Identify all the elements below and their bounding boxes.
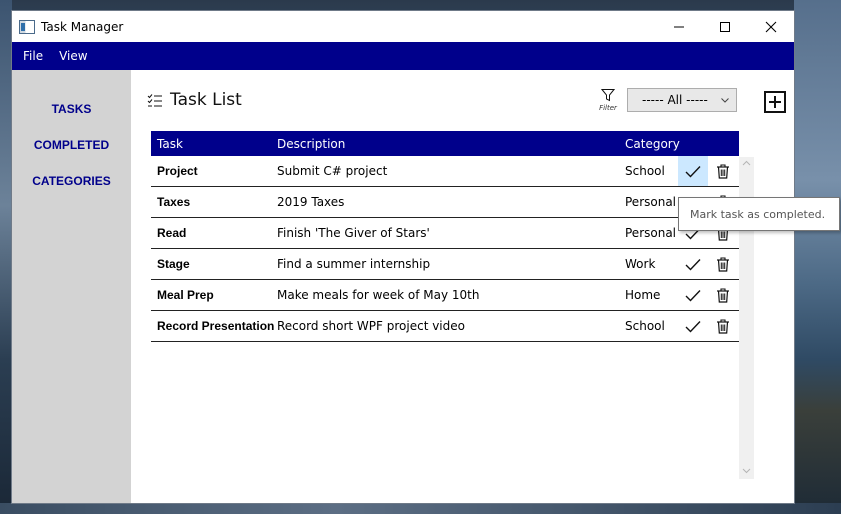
delete-task-button[interactable] — [711, 156, 735, 186]
table-row[interactable]: Read Finish 'The Giver of Stars' Personal — [151, 218, 739, 249]
tooltip: Mark task as completed. — [678, 197, 840, 231]
checkmark-icon — [685, 165, 701, 178]
task-description: Make meals for week of May 10th — [277, 288, 480, 302]
sidebar-item-categories[interactable]: CATEGORIES — [12, 174, 131, 188]
page-header: Task List — [147, 89, 242, 111]
task-name: Project — [157, 164, 198, 178]
complete-task-button[interactable] — [678, 280, 708, 310]
task-name: Read — [157, 226, 187, 240]
task-category: Personal — [625, 226, 677, 240]
menu-view[interactable]: View — [51, 49, 95, 63]
table-header: Task Description Category — [151, 131, 739, 156]
task-description: Finish 'The Giver of Stars' — [277, 226, 430, 240]
tooltip-text: Mark task as completed. — [690, 207, 826, 221]
column-header-task[interactable]: Task — [157, 131, 183, 156]
delete-task-button[interactable] — [711, 249, 735, 279]
maximize-button[interactable] — [702, 11, 748, 42]
desktop-background-bottom — [0, 503, 841, 514]
app-icon — [19, 19, 35, 34]
task-category: Home — [625, 288, 661, 302]
task-description: Submit C# project — [277, 164, 388, 178]
complete-task-button[interactable] — [678, 311, 708, 341]
desktop-background-right — [794, 0, 841, 514]
task-name: Meal Prep — [157, 288, 214, 302]
complete-task-button[interactable] — [678, 249, 708, 279]
task-description: Record short WPF project video — [277, 319, 465, 333]
complete-task-button[interactable] — [678, 156, 708, 186]
filter-label: Filter — [599, 104, 617, 112]
title-bar: Task Manager — [12, 11, 794, 42]
task-description: Find a summer internship — [277, 257, 431, 271]
task-category: School — [625, 319, 665, 333]
table-row[interactable]: Meal Prep Make meals for week of May 10th… — [151, 280, 739, 311]
chevron-down-icon — [721, 97, 729, 103]
delete-task-button[interactable] — [711, 311, 735, 341]
task-name: Record Presentation — [157, 319, 275, 333]
trash-icon — [717, 318, 729, 334]
menu-file[interactable]: File — [15, 49, 51, 63]
column-header-description[interactable]: Description — [277, 131, 345, 156]
sidebar-item-tasks[interactable]: TASKS — [12, 102, 131, 116]
menu-bar: File View — [12, 42, 794, 70]
trash-icon — [717, 256, 729, 272]
sidebar: TASKS COMPLETED CATEGORIES — [12, 70, 131, 503]
task-name: Stage — [157, 257, 190, 271]
filter-button[interactable]: Filter — [595, 87, 621, 117]
page-title: Task List — [170, 90, 242, 110]
trash-icon — [717, 163, 729, 179]
close-button[interactable] — [748, 11, 794, 42]
task-category: Personal — [625, 195, 677, 209]
table-body: Project Submit C# project School Taxes 2019 … — [151, 156, 739, 342]
category-filter-select[interactable]: ----- All ----- — [627, 88, 737, 112]
app-window: Task Manager File View TASKS COMPLETED C… — [11, 10, 840, 504]
delete-task-button[interactable] — [711, 280, 735, 310]
task-category: Work — [625, 257, 656, 271]
task-list-icon — [147, 93, 162, 106]
close-icon — [765, 21, 777, 32]
table-row[interactable]: Stage Find a summer internship Work — [151, 249, 739, 280]
add-icon — [769, 96, 781, 108]
minimize-icon — [674, 26, 684, 27]
minimize-button[interactable] — [656, 11, 702, 42]
task-table: Task Description Category Project Submit … — [151, 131, 739, 342]
table-row[interactable]: Project Submit C# project School — [151, 156, 739, 187]
task-category: School — [625, 164, 665, 178]
trash-icon — [717, 287, 729, 303]
task-name: Taxes — [157, 195, 191, 209]
checkmark-icon — [685, 289, 701, 302]
filter-icon — [600, 89, 616, 102]
column-header-category[interactable]: Category — [625, 131, 680, 156]
checkmark-icon — [685, 258, 701, 271]
window-title: Task Manager — [41, 19, 124, 34]
sidebar-item-completed[interactable]: COMPLETED — [12, 138, 131, 152]
table-row[interactable]: Record Presentation Record short WPF proj… — [151, 311, 739, 342]
table-row[interactable]: Taxes 2019 Taxes Personal — [151, 187, 739, 218]
maximize-icon — [720, 21, 730, 32]
checkmark-icon — [685, 320, 701, 333]
task-description: 2019 Taxes — [277, 195, 345, 209]
add-task-button[interactable] — [764, 91, 786, 113]
category-filter-value: ----- All ----- — [642, 93, 708, 107]
